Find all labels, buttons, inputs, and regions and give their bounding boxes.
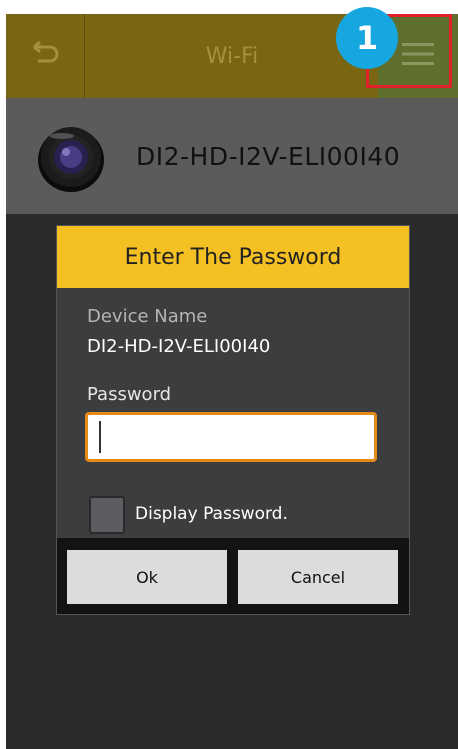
device-name-value: DI2-HD-I2V-ELI00I40: [87, 336, 271, 357]
password-dialog: Enter The Password Device Name DI2-HD-I2…: [57, 226, 409, 614]
ok-button[interactable]: Ok: [67, 550, 227, 604]
back-button[interactable]: [6, 14, 85, 98]
back-arrow-icon: [30, 40, 60, 71]
device-name-label: Device Name: [87, 306, 208, 327]
camera-lens-icon: [34, 120, 108, 198]
cancel-button[interactable]: Cancel: [238, 550, 398, 604]
password-label: Password: [87, 384, 172, 405]
display-password-checkbox[interactable]: [89, 496, 125, 534]
text-cursor: [99, 421, 101, 453]
password-input[interactable]: [85, 412, 377, 462]
display-password-label[interactable]: Display Password.: [135, 504, 288, 524]
device-name: DI2-HD-I2V-ELI00I40: [136, 141, 401, 171]
dialog-title: Enter The Password: [57, 226, 409, 288]
dialog-body: Device Name DI2-HD-I2V-ELI00I40 Password…: [57, 288, 409, 538]
device-row: DI2-HD-I2V-ELI00I40: [6, 98, 458, 214]
app-screen: Wi-Fi DI2-HD-I2V-ELI00I40 Enter The Pass…: [6, 14, 458, 749]
dialog-footer: Ok Cancel: [57, 538, 409, 614]
step-badge: 1: [336, 7, 398, 69]
app-bar-title: Wi-Fi: [205, 43, 259, 69]
